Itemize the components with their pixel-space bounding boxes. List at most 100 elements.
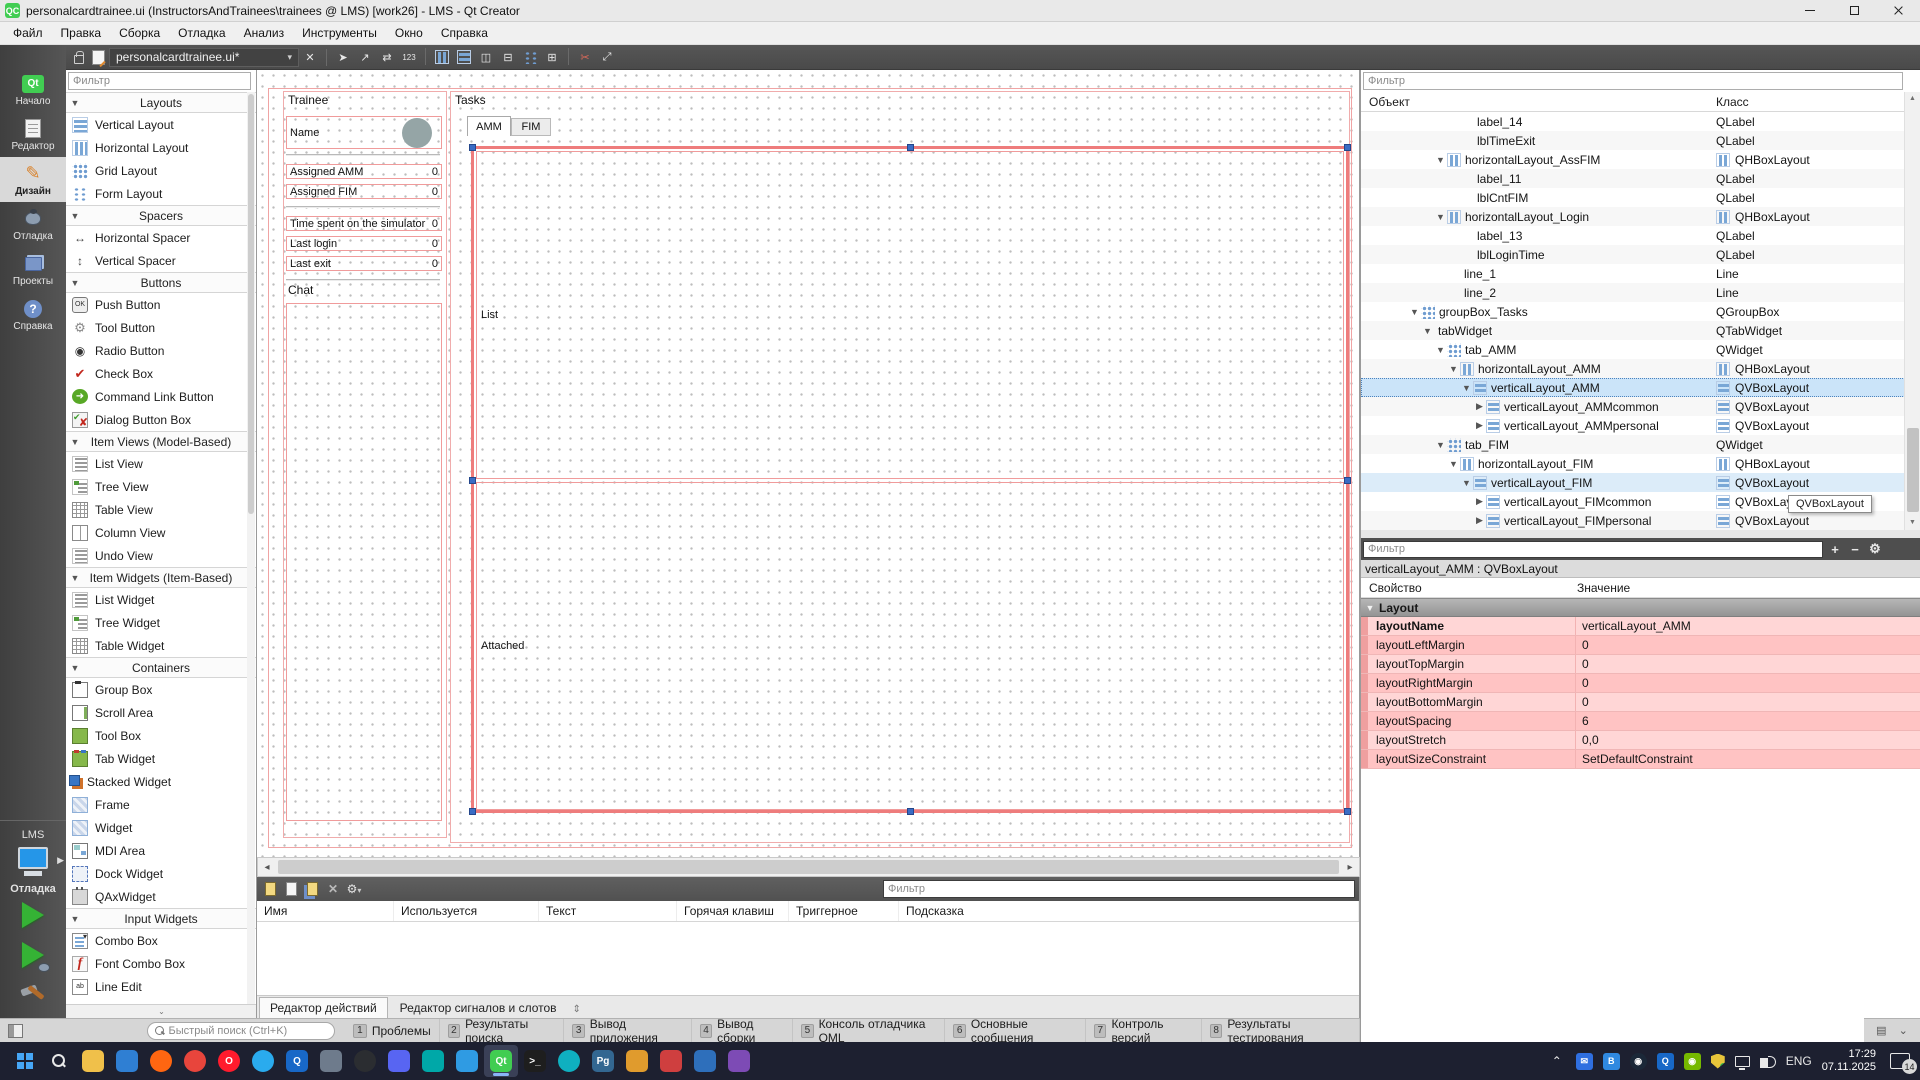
tree-row-label_13[interactable]: label_13QLabel (1361, 226, 1905, 245)
output-pane-5[interactable]: 5Консоль отладчика QML (793, 1019, 945, 1042)
layout-form-button[interactable] (520, 48, 540, 67)
widget-box-scrollbar[interactable] (247, 92, 255, 1004)
mode-Дизайн[interactable]: ✎Дизайн (0, 157, 66, 202)
tray-hidden-icons-chevron-icon[interactable]: ⌃ (1548, 1052, 1566, 1070)
build-button[interactable] (0, 975, 66, 1015)
widget-category-buttons[interactable]: ▼Buttons (66, 272, 256, 293)
widget-item-vertical-spacer[interactable]: ↕Vertical Spacer (66, 249, 256, 272)
list-panel[interactable]: List (476, 151, 1344, 479)
widget-item-dock-widget[interactable]: Dock Widget (66, 862, 256, 885)
layout-split-vertical-button[interactable]: ⊟ (498, 48, 518, 67)
tree-row-label_14[interactable]: label_14QLabel (1361, 112, 1905, 131)
widget-item-line-edit[interactable]: abLine Edit (66, 975, 256, 998)
tree-row-verticalLayout_AMMcommon[interactable]: ▶verticalLayout_AMMcommonQVBoxLayout (1361, 397, 1905, 416)
tray-defender-icon[interactable] (1711, 1054, 1725, 1069)
add-property-icon[interactable]: + (1827, 542, 1843, 557)
widget-item-form-layout[interactable]: Form Layout (66, 182, 256, 205)
taskbar-app-obs[interactable] (348, 1045, 382, 1077)
taskbar-app-firefox[interactable] (144, 1045, 178, 1077)
stat-row-1[interactable]: Assigned FIM0 (286, 184, 442, 199)
break-layout-button[interactable]: ✂ (575, 48, 595, 67)
chevron-right-icon[interactable]: ▶ (1473, 515, 1486, 526)
close-button[interactable] (1876, 0, 1920, 22)
widget-item-font-combo-box[interactable]: fFont Combo Box (66, 952, 256, 975)
menu-item-Правка[interactable]: Правка (52, 23, 111, 43)
mode-Отладка[interactable]: Отладка (0, 202, 66, 247)
remove-property-icon[interactable]: − (1847, 542, 1863, 557)
output-pane-7[interactable]: 7Контроль версий (1086, 1019, 1202, 1042)
menu-item-Окно[interactable]: Окно (386, 23, 432, 43)
tray-bluetooth-icon[interactable]: B (1603, 1053, 1620, 1070)
action-column-5[interactable]: Подсказка (899, 901, 1359, 921)
property-row-layoutRightMargin[interactable]: layoutRightMargin0 (1361, 674, 1920, 693)
selection-handle[interactable] (469, 808, 476, 815)
edit-buddies-button[interactable]: ⇄ (377, 48, 397, 67)
tree-row-verticalLayout_FIM[interactable]: ▼verticalLayout_FIMQVBoxLayout (1361, 473, 1905, 492)
chevron-right-icon[interactable]: ▶ (1473, 420, 1486, 431)
property-config-icon[interactable]: ⚙ (1867, 541, 1883, 557)
widget-item-group-box[interactable]: Group Box (66, 678, 256, 701)
object-tree-scrollbar[interactable]: ▲ ▼ (1904, 92, 1920, 530)
tasks-group-box[interactable]: Tasks AMM FIM List Attached (450, 91, 1350, 843)
widget-category-input[interactable]: ▼Input Widgets (66, 908, 256, 929)
widget-item-widget[interactable]: Widget (66, 816, 256, 839)
taskbar-app-telegram[interactable] (246, 1045, 280, 1077)
taskbar-app-gray-app[interactable] (314, 1045, 348, 1077)
edit-widgets-button[interactable]: ➤ (333, 48, 353, 67)
output-pane-expand-icon[interactable]: ⌄ (1899, 1024, 1908, 1037)
scroll-right-icon[interactable]: ▸ (1341, 862, 1359, 873)
tree-row-lblCntFIM[interactable]: lblCntFIMQLabel (1361, 188, 1905, 207)
widget-item-column-view[interactable]: Column View (66, 521, 256, 544)
layout-grid-button[interactable]: ⊞ (542, 48, 562, 67)
edit-tab-order-button[interactable]: 123 (399, 48, 419, 67)
widget-item-horizontal-layout[interactable]: Horizontal Layout (66, 136, 256, 159)
mode-Справка[interactable]: ?Справка (0, 292, 66, 337)
widget-item-undo-view[interactable]: Undo View (66, 544, 256, 567)
property-row-layoutSizeConstraint[interactable]: layoutSizeConstraintSetDefaultConstraint (1361, 750, 1920, 769)
taskbar-app-blue-app[interactable] (688, 1045, 722, 1077)
action-column-2[interactable]: Текст (539, 901, 677, 921)
property-row-layoutStretch[interactable]: layoutStretch0,0 (1361, 731, 1920, 750)
widget-item-push-button[interactable]: OKPush Button (66, 293, 256, 316)
taskbar-app-chrome[interactable] (178, 1045, 212, 1077)
form-editor-canvas[interactable]: Trainee Name Assigned AMM0Assigned FIM0T… (257, 70, 1360, 857)
tree-row-horizontalLayout_FIM[interactable]: ▼horizontalLayout_FIMQHBoxLayout (1361, 454, 1905, 473)
layout-horizontal-button[interactable] (432, 48, 452, 67)
widget-item-scroll-area[interactable]: Scroll Area (66, 701, 256, 724)
tree-row-verticalLayout_AMMpersonal[interactable]: ▶verticalLayout_AMMpersonalQVBoxLayout (1361, 416, 1905, 435)
menu-item-Инструменты[interactable]: Инструменты (293, 23, 386, 43)
widget-category-item[interactable]: ▼Item Views (Model-Based) (66, 431, 256, 452)
adjust-size-button[interactable]: ⤢ (597, 48, 617, 67)
chevron-down-icon[interactable]: ▼ (1434, 212, 1447, 222)
scroll-left-icon[interactable]: ◂ (258, 862, 276, 873)
widget-item-table-widget[interactable]: Table Widget (66, 634, 256, 657)
run-button[interactable] (0, 895, 66, 935)
taskbar-search-button[interactable] (42, 1045, 76, 1077)
taskbar-app-media-app[interactable] (110, 1045, 144, 1077)
layout-section-header[interactable]: ▼ Layout (1361, 598, 1920, 617)
stat-row-4[interactable]: Last exit0 (286, 256, 442, 271)
tray-mail-icon[interactable]: ✉ (1576, 1053, 1593, 1070)
action-column-0[interactable]: Имя (257, 901, 394, 921)
taskbar-app-opera[interactable]: O (212, 1045, 246, 1077)
widget-item-tool-button[interactable]: ⚙Tool Button (66, 316, 256, 339)
tree-row-horizontalLayout_AMM[interactable]: ▼horizontalLayout_AMMQHBoxLayout (1361, 359, 1905, 378)
notification-center-icon[interactable]: 14 (1890, 1053, 1910, 1069)
property-row-layoutBottomMargin[interactable]: layoutBottomMargin0 (1361, 693, 1920, 712)
kit-selector[interactable]: LMS ▶ Отладка (0, 820, 66, 1015)
tray-volume-icon[interactable] (1760, 1054, 1776, 1068)
mode-Начало[interactable]: QtНачало (0, 67, 66, 112)
chevron-down-icon[interactable]: ▼ (1421, 326, 1434, 336)
edit-action-button[interactable] (303, 880, 321, 898)
open-document-selector[interactable]: personalcardtrainee.ui* ▾ (109, 48, 299, 67)
scrollbar-thumb[interactable] (1907, 428, 1919, 512)
chevron-down-icon[interactable]: ▼ (1460, 383, 1473, 393)
taskbar-app-red-app[interactable] (654, 1045, 688, 1077)
taskbar-app-cyan-app[interactable] (552, 1045, 586, 1077)
tab-редактор-действий[interactable]: Редактор действий (259, 997, 388, 1018)
action-column-3[interactable]: Горячая клавиш (677, 901, 789, 921)
mode-Редактор[interactable]: Редактор (0, 112, 66, 157)
property-row-layoutName[interactable]: layoutNameverticalLayout_AMM (1361, 617, 1920, 636)
action-filter-input[interactable] (883, 880, 1355, 898)
panel-splitter[interactable] (1361, 530, 1920, 538)
